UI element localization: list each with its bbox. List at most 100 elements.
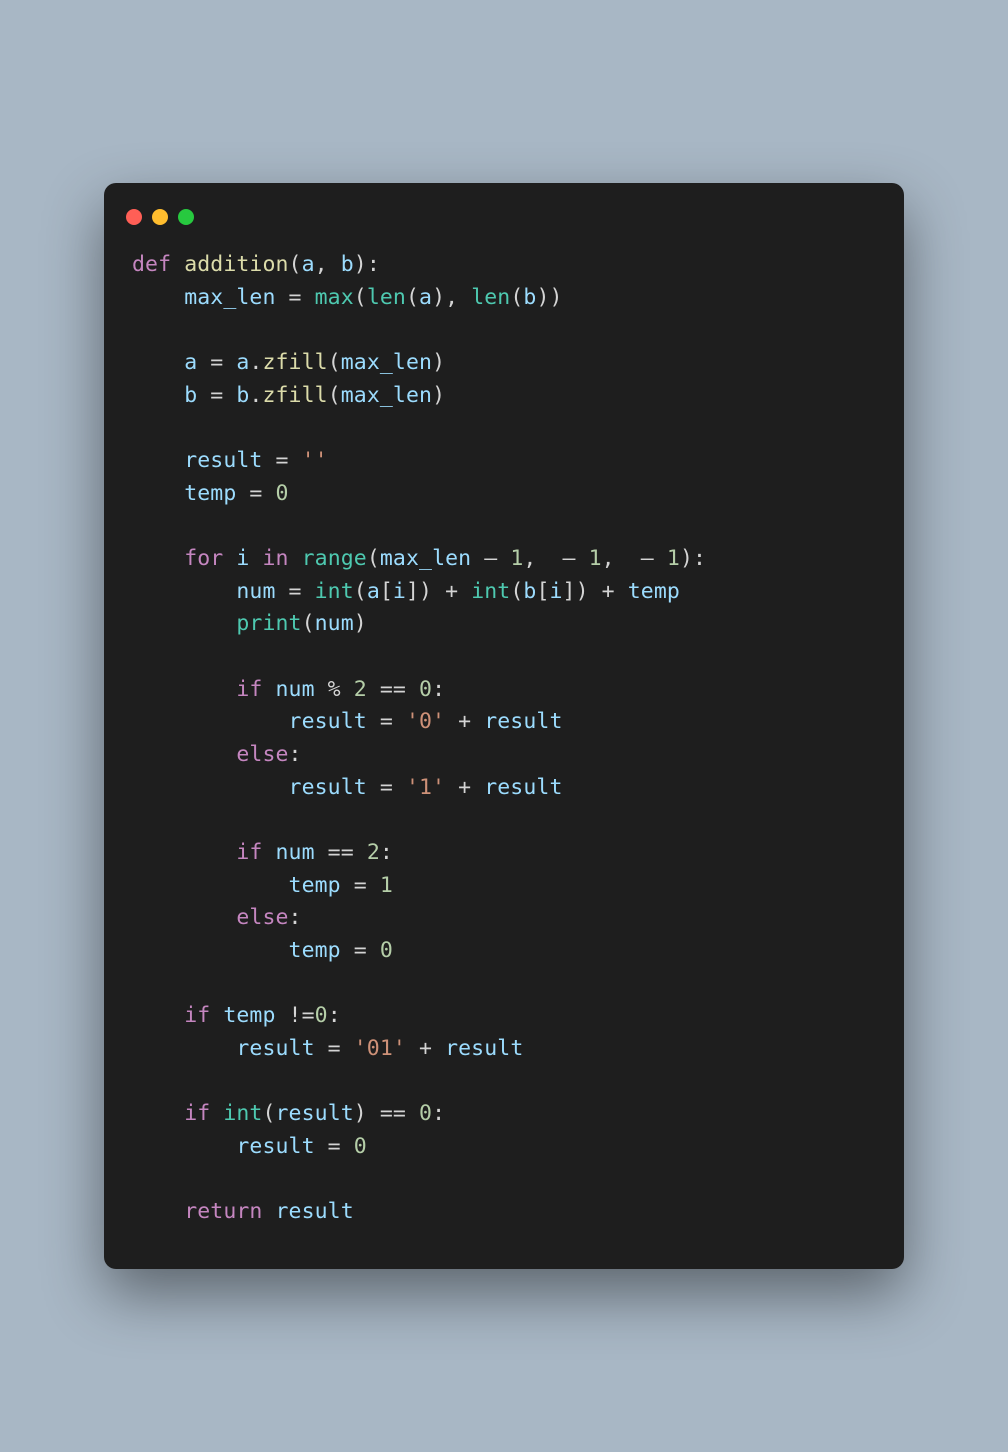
maximize-icon[interactable] — [178, 209, 194, 225]
rparen: ) — [432, 285, 445, 310]
assign: = — [276, 285, 315, 310]
var-i: i — [393, 579, 406, 604]
keyword-if: if — [236, 840, 262, 865]
assign: = — [315, 1134, 354, 1159]
space — [171, 252, 184, 277]
mod: % — [315, 677, 354, 702]
rbracket: ] — [406, 579, 419, 604]
code-window: def addition(a, b): max_len = max(len(a)… — [104, 183, 904, 1269]
dot: . — [249, 350, 262, 375]
rparen: ) — [432, 350, 445, 375]
indent — [132, 840, 236, 865]
var-maxlen: max_len — [380, 546, 471, 571]
method-zfill: zfill — [262, 350, 327, 375]
indent — [132, 1101, 184, 1126]
var-i: i — [549, 579, 562, 604]
num-0: 0 — [419, 677, 432, 702]
param-b: b — [341, 252, 354, 277]
lparen: ( — [354, 579, 367, 604]
function-name: addition — [184, 252, 288, 277]
num-1: 1 — [510, 546, 523, 571]
var-a: a — [236, 350, 249, 375]
close-icon[interactable] — [126, 209, 142, 225]
var-temp: temp — [289, 873, 341, 898]
eqeq: == — [367, 677, 419, 702]
rparen: ) — [354, 1101, 367, 1126]
builtin-max: max — [315, 285, 354, 310]
var-result: result — [445, 1036, 523, 1061]
comma: , — [445, 285, 471, 310]
indent — [132, 873, 289, 898]
rparen: ) — [576, 579, 589, 604]
var-a: a — [184, 350, 197, 375]
keyword-if: if — [236, 677, 262, 702]
rparen: ) — [536, 285, 549, 310]
rparen: ) — [354, 611, 367, 636]
colon: : — [432, 1101, 445, 1126]
var-num: num — [236, 579, 275, 604]
colon: : — [693, 546, 706, 571]
indent — [132, 677, 236, 702]
indent — [132, 938, 289, 963]
keyword-else: else — [236, 742, 288, 767]
colon: : — [289, 905, 302, 930]
plus: + — [406, 1036, 445, 1061]
minimize-icon[interactable] — [152, 209, 168, 225]
builtin-int: int — [471, 579, 510, 604]
eqeq: == — [367, 1101, 419, 1126]
indent — [132, 448, 184, 473]
space — [262, 1199, 275, 1224]
plus: + — [445, 775, 484, 800]
var-result: result — [289, 775, 367, 800]
builtin-int: int — [223, 1101, 262, 1126]
lparen: ( — [510, 285, 523, 310]
num-1: 1 — [380, 873, 393, 898]
indent — [132, 742, 236, 767]
lparen: ( — [406, 285, 419, 310]
num-0: 0 — [380, 938, 393, 963]
titlebar — [104, 205, 904, 243]
keyword-for: for — [184, 546, 223, 571]
space — [223, 546, 236, 571]
var-num: num — [315, 611, 354, 636]
var-result: result — [276, 1101, 354, 1126]
var-result: result — [276, 1199, 354, 1224]
assign: = — [367, 709, 406, 734]
assign: = — [367, 775, 406, 800]
lparen: ( — [262, 1101, 275, 1126]
minus: – — [549, 546, 588, 571]
indent — [132, 905, 236, 930]
builtin-range: range — [302, 546, 367, 571]
colon: : — [380, 840, 393, 865]
lparen: ( — [328, 350, 341, 375]
indent — [132, 1134, 236, 1159]
indent — [132, 1036, 236, 1061]
string-empty: '' — [302, 448, 328, 473]
assign: = — [262, 448, 301, 473]
num-1: 1 — [667, 546, 680, 571]
lparen: ( — [367, 546, 380, 571]
plus: + — [445, 709, 484, 734]
indent — [132, 775, 289, 800]
lparen: ( — [302, 611, 315, 636]
indent — [132, 350, 184, 375]
space — [249, 546, 262, 571]
indent — [132, 1199, 184, 1224]
var-result: result — [484, 709, 562, 734]
keyword-if: if — [184, 1003, 210, 1028]
assign: = — [276, 579, 315, 604]
var-num: num — [276, 677, 315, 702]
eqeq: == — [315, 840, 367, 865]
keyword-in: in — [262, 546, 288, 571]
var-b: b — [236, 383, 249, 408]
builtin-len: len — [471, 285, 510, 310]
indent — [132, 1003, 184, 1028]
var-num: num — [276, 840, 315, 865]
var-temp: temp — [223, 1003, 275, 1028]
var-temp: temp — [184, 481, 236, 506]
indent — [132, 579, 236, 604]
keyword-def: def — [132, 252, 171, 277]
indent — [132, 383, 184, 408]
var-b: b — [523, 285, 536, 310]
space — [262, 677, 275, 702]
